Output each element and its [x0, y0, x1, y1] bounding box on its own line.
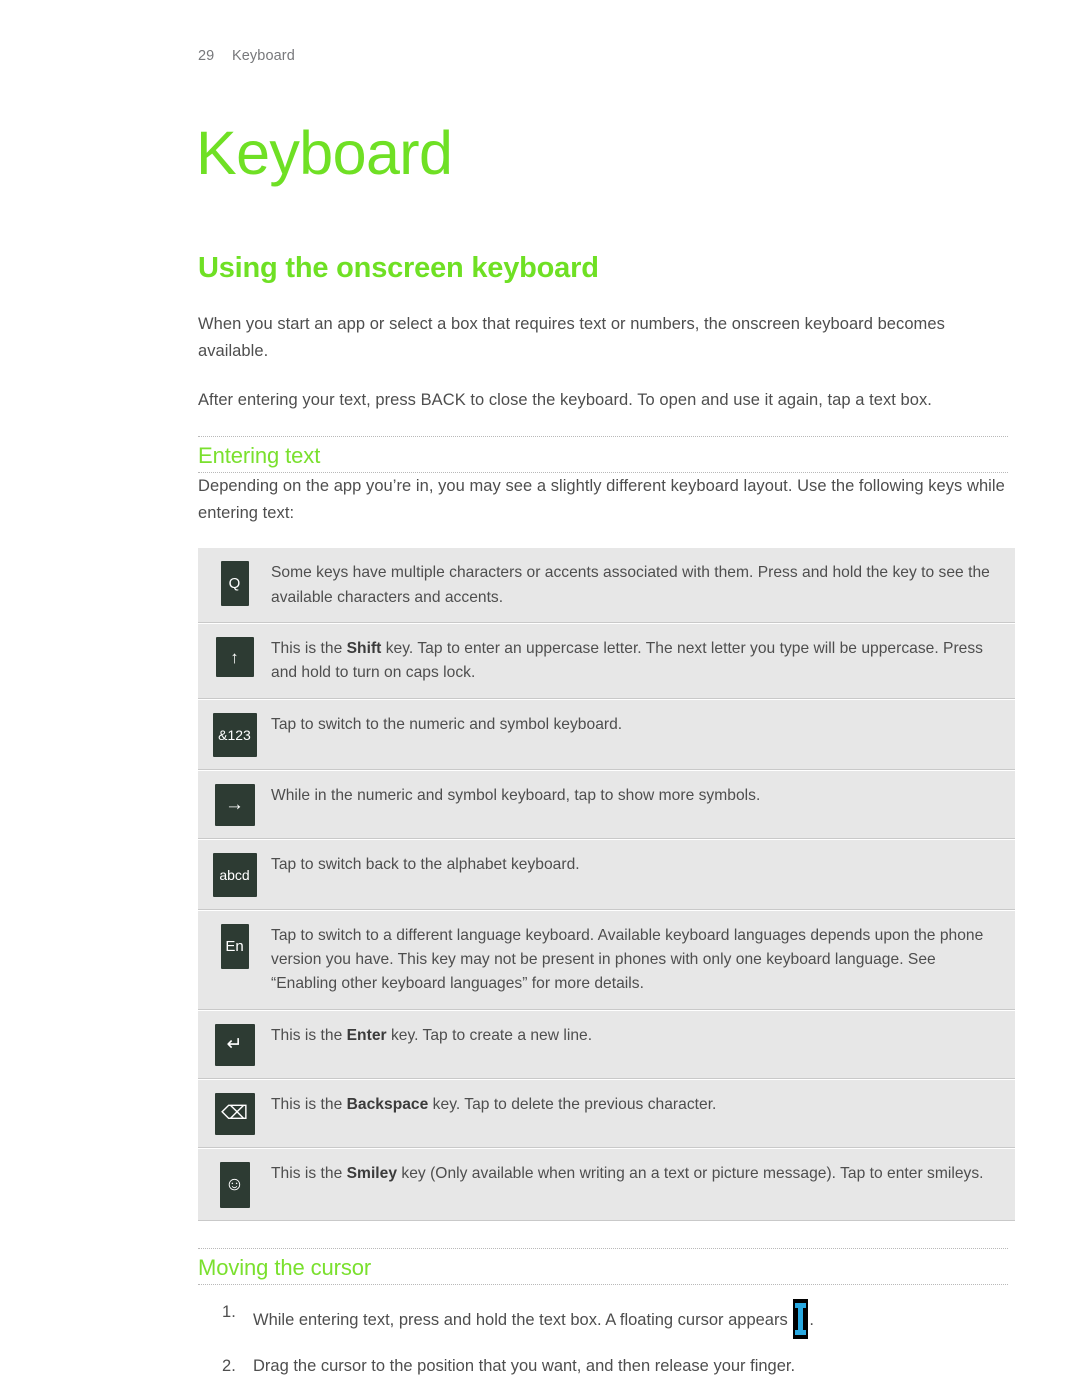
section-paragraph-2: After entering your text, press BACK to …: [198, 390, 932, 409]
desc-post: key. Tap to create a new line.: [386, 1026, 593, 1044]
document-page: 29 Keyboard Keyboard Using the onscreen k…: [0, 0, 1080, 1397]
section-heading: Using the onscreen keyboard: [198, 252, 599, 284]
chapter-title: Keyboard: [196, 118, 453, 187]
desc-pre: Some keys have multiple characters or ac…: [271, 564, 990, 606]
key-description: This is the Backspace key. Tap to delete…: [271, 1093, 1015, 1117]
key-cell: ↑: [198, 637, 271, 678]
cursor-beam-bottom: [795, 1330, 807, 1336]
table-row: Q Some keys have multiple characters or …: [198, 548, 1015, 625]
key-reference-table: Q Some keys have multiple characters or …: [198, 548, 1015, 1222]
backspace-key-icon: ⌫: [214, 1092, 255, 1135]
key-cell: Q: [198, 561, 271, 607]
table-row: → While in the numeric and symbol keyboa…: [198, 770, 1015, 840]
alphabet-key-icon: abcd: [212, 852, 257, 897]
key-description: This is the Enter key. Tap to create a n…: [271, 1024, 1015, 1048]
key-description: While in the numeric and symbol keyboard…: [271, 784, 1015, 808]
table-row: ↵ This is the Enter key. Tap to create a…: [198, 1010, 1015, 1080]
desc-pre: This is the: [271, 640, 347, 658]
subheading-moving-cursor-wrap: Moving the cursor: [198, 1247, 1008, 1286]
key-cell: ☺: [198, 1161, 271, 1208]
shift-arrow-up-key-icon: ↑: [215, 637, 254, 678]
key-description: Some keys have multiple characters or ac…: [271, 561, 1015, 610]
language-en-key-icon: En: [220, 923, 249, 969]
desc-bold: Shift: [346, 640, 382, 658]
desc-post: key (Only available when writing an a te…: [397, 1164, 984, 1182]
step-2-text: Drag the cursor to the position that you…: [253, 1357, 796, 1376]
subheading-moving-cursor: Moving the cursor: [198, 1254, 372, 1280]
desc-pre: While in the numeric and symbol keyboard…: [271, 786, 761, 804]
list-item: While entering text, press and hold the …: [198, 1299, 1008, 1340]
content-column: Using the onscreen keyboard When you sta…: [198, 252, 1015, 1394]
key-cell: En: [198, 923, 271, 969]
key-cell: abcd: [198, 852, 271, 897]
arrow-right-more-symbols-key-icon: →: [214, 783, 255, 826]
desc-pre: This is the: [271, 1095, 347, 1113]
page-number: 29: [198, 48, 215, 64]
list-item: Drag the cursor to the position that you…: [198, 1353, 1008, 1380]
floating-cursor-icon: [793, 1299, 809, 1340]
entering-text-intro: Depending on the app you’re in, you may …: [198, 477, 1005, 522]
desc-bold: Enter: [346, 1026, 387, 1044]
running-header-chapter: Keyboard: [232, 48, 295, 64]
table-row: En Tap to switch to a different language…: [198, 910, 1015, 1011]
section-paragraph-1: When you start an app or select a box th…: [198, 315, 945, 361]
desc-pre: This is the: [271, 1164, 347, 1182]
step-1-text: While entering text, press and hold the …: [253, 1311, 793, 1330]
letter-q-key-icon: Q: [220, 561, 249, 607]
smiley-key-icon: ☺: [219, 1161, 250, 1208]
desc-bold: Backspace: [346, 1095, 429, 1113]
desc-post: key. Tap to delete the previous characte…: [428, 1095, 717, 1113]
subheading-entering-text-wrap: Entering text: [198, 435, 1008, 473]
desc-bold: Smiley: [346, 1164, 398, 1182]
table-row: ⌫ This is the Backspace key. Tap to dele…: [198, 1079, 1015, 1149]
numeric-symbol-key-icon: &123: [212, 712, 257, 757]
table-row: ☺ This is the Smiley key (Only available…: [198, 1148, 1015, 1222]
subheading-entering-text: Entering text: [198, 442, 321, 468]
desc-pre: This is the: [271, 1026, 347, 1044]
table-row: abcd Tap to switch back to the alphabet …: [198, 839, 1015, 911]
moving-cursor-steps: While entering text, press and hold the …: [198, 1299, 1008, 1380]
key-description: This is the Shift key. Tap to enter an u…: [271, 637, 1015, 686]
desc-pre: Tap to switch to the numeric and symbol …: [271, 715, 623, 733]
key-cell: →: [198, 783, 271, 826]
key-cell: &123: [198, 712, 271, 757]
desc-pre: Tap to switch back to the alphabet keybo…: [271, 855, 580, 873]
key-description: Tap to switch to the numeric and symbol …: [271, 713, 1015, 737]
key-description: Tap to switch to a different language ke…: [271, 924, 1015, 997]
step-1-text-post: .: [809, 1311, 814, 1330]
key-description: This is the Smiley key (Only available w…: [271, 1162, 1015, 1186]
key-cell: ⌫: [198, 1092, 271, 1135]
enter-return-key-icon: ↵: [214, 1023, 255, 1066]
table-row: ↑ This is the Shift key. Tap to enter an…: [198, 624, 1015, 700]
table-row: &123 Tap to switch to the numeric and sy…: [198, 699, 1015, 771]
desc-pre: Tap to switch to a different language ke…: [271, 926, 984, 993]
running-header: 29 Keyboard: [198, 48, 295, 64]
key-description: Tap to switch back to the alphabet keybo…: [271, 853, 1015, 877]
key-cell: ↵: [198, 1023, 271, 1066]
